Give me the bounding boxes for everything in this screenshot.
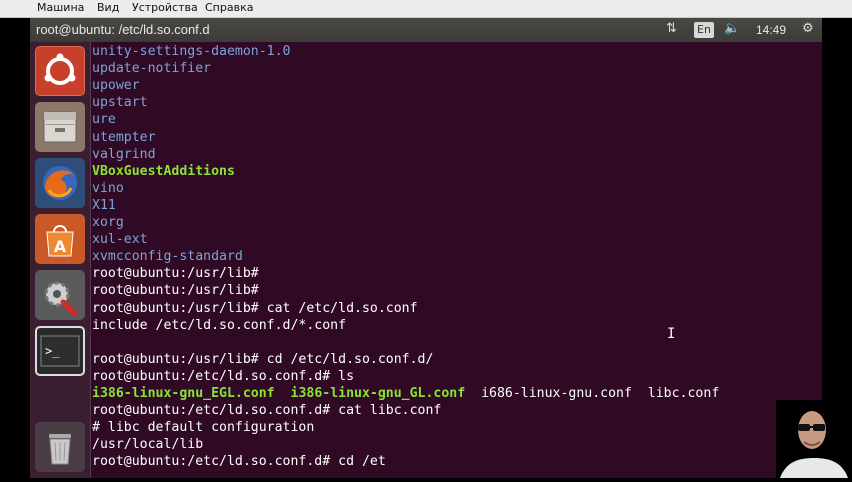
directory-name: update-notifier: [92, 61, 212, 77]
clock[interactable]: 14:49: [756, 23, 786, 37]
firefox-icon[interactable]: [35, 158, 85, 208]
keyboard-layout-indicator[interactable]: En: [694, 22, 714, 38]
terminal-text: root@ubuntu:/etc/ld.so.conf.d# cat libc.…: [92, 403, 442, 419]
files-icon[interactable]: [35, 102, 85, 152]
terminal-line: root@ubuntu:/usr/lib#: [92, 265, 259, 282]
highlighted-name: i386-linux-gnu_GL.conf: [290, 386, 466, 401]
terminal-line: root@ubuntu:/etc/ld.so.conf.d# cd /et: [92, 453, 386, 470]
window-title: root@ubuntu: /etc/ld.so.conf.d: [36, 22, 210, 37]
terminal-line: root@ubuntu:/usr/lib# cat /etc/ld.so.con…: [92, 300, 418, 317]
directory-name: valgrind: [92, 146, 156, 162]
terminal-line: root@ubuntu:/usr/lib# cd /etc/ld.so.conf…: [92, 351, 433, 368]
terminal-line: upower: [92, 77, 140, 94]
terminal-text: i686-linux-gnu.conf libc.conf: [465, 386, 720, 401]
directory-name: ure: [92, 112, 116, 128]
ubuntu-dash-icon[interactable]: [35, 46, 85, 96]
terminal-line: unity-settings-daemon-1.0: [92, 43, 291, 60]
software-center-icon[interactable]: A: [35, 214, 85, 264]
menu-help[interactable]: Справка: [205, 1, 253, 14]
terminal-icon[interactable]: >_: [35, 326, 85, 376]
menu-view[interactable]: Вид: [97, 1, 119, 14]
terminal-line: utempter: [92, 129, 156, 146]
terminal-line: root@ubuntu:/etc/ld.so.conf.d# cat libc.…: [92, 402, 441, 419]
menu-machine[interactable]: Машина: [37, 1, 84, 14]
presenter-webcam-overlay: [776, 400, 852, 478]
directory-name: upstart: [92, 95, 148, 111]
top-panel: root@ubuntu: /etc/ld.so.conf.d ⇅ En 🔈 14…: [30, 18, 822, 42]
directory-name: xorg: [92, 215, 124, 230]
vm-menubar: Машина Вид Устройства Справка: [0, 0, 852, 18]
terminal-output[interactable]: unity-settings-daemon-1.0 update-notifier…: [91, 42, 822, 478]
terminal-line: VBoxGuestAdditions: [92, 163, 235, 180]
terminal-text: root@ubuntu:/usr/lib#: [92, 266, 259, 282]
terminal-line: xul-ext: [92, 231, 148, 248]
directory-name: unity-settings-daemon-1.0: [92, 44, 291, 59]
terminal-line: include /etc/ld.so.conf.d/*.conf: [92, 317, 346, 334]
terminal-line: root@ubuntu:/etc/ld.so.conf.d# ls: [92, 368, 354, 385]
highlighted-name: i386-linux-gnu_EGL.conf: [92, 386, 275, 401]
trash-icon[interactable]: [35, 422, 85, 472]
svg-text:>_: >_: [45, 344, 60, 358]
network-icon[interactable]: ⇅: [666, 21, 677, 36]
terminal-line: vino: [92, 180, 124, 197]
terminal-line: ure: [92, 111, 116, 128]
terminal-line: /usr/local/lib: [92, 436, 203, 453]
menu-devices[interactable]: Устройства: [132, 1, 198, 14]
terminal-line: X11: [92, 197, 116, 214]
terminal-text: root@ubuntu:/usr/lib# cat /etc/ld.so.con…: [92, 300, 418, 316]
terminal-line: update-notifier: [92, 60, 211, 77]
settings-icon[interactable]: [35, 270, 85, 320]
highlighted-name: VBoxGuestAdditions: [92, 163, 235, 179]
terminal-line: # libc default configuration: [92, 419, 314, 436]
text-cursor-icon: I: [667, 326, 676, 342]
terminal-line: upstart: [92, 94, 148, 111]
svg-text:A: A: [54, 237, 67, 256]
guest-screen: root@ubuntu: /etc/ld.so.conf.d ⇅ En 🔈 14…: [30, 18, 822, 478]
terminal-line: root@ubuntu:/usr/lib#: [92, 282, 259, 299]
terminal-text: # libc default configuration: [92, 420, 315, 436]
terminal-text: root@ubuntu:/etc/ld.so.conf.d# cd /et: [92, 454, 386, 470]
terminal-text: /usr/local/lib: [92, 437, 204, 453]
terminal-line: i386-linux-gnu_EGL.conf i386-linux-gnu_G…: [92, 385, 719, 402]
directory-name: vino: [92, 180, 124, 196]
terminal-line: valgrind: [92, 146, 156, 163]
directory-name: X11: [92, 197, 116, 213]
terminal-text: root@ubuntu:/etc/ld.so.conf.d# ls: [92, 368, 355, 384]
terminal-line: xvmcconfig-standard: [92, 248, 243, 265]
volume-icon[interactable]: 🔈: [724, 21, 740, 36]
directory-name: xvmcconfig-standard: [92, 249, 243, 265]
directory-name: upower: [92, 78, 140, 94]
directory-name: utempter: [92, 129, 156, 145]
gear-icon[interactable]: ⚙: [802, 21, 814, 36]
terminal-text: root@ubuntu:/usr/lib#: [92, 283, 259, 299]
terminal-line: xorg: [92, 214, 124, 231]
directory-name: xul-ext: [92, 232, 148, 248]
launcher: A >_: [30, 42, 91, 478]
terminal-text: include /etc/ld.so.conf.d/*.conf: [92, 317, 347, 333]
terminal-text: root@ubuntu:/usr/lib# cd /etc/ld.so.conf…: [92, 351, 434, 367]
